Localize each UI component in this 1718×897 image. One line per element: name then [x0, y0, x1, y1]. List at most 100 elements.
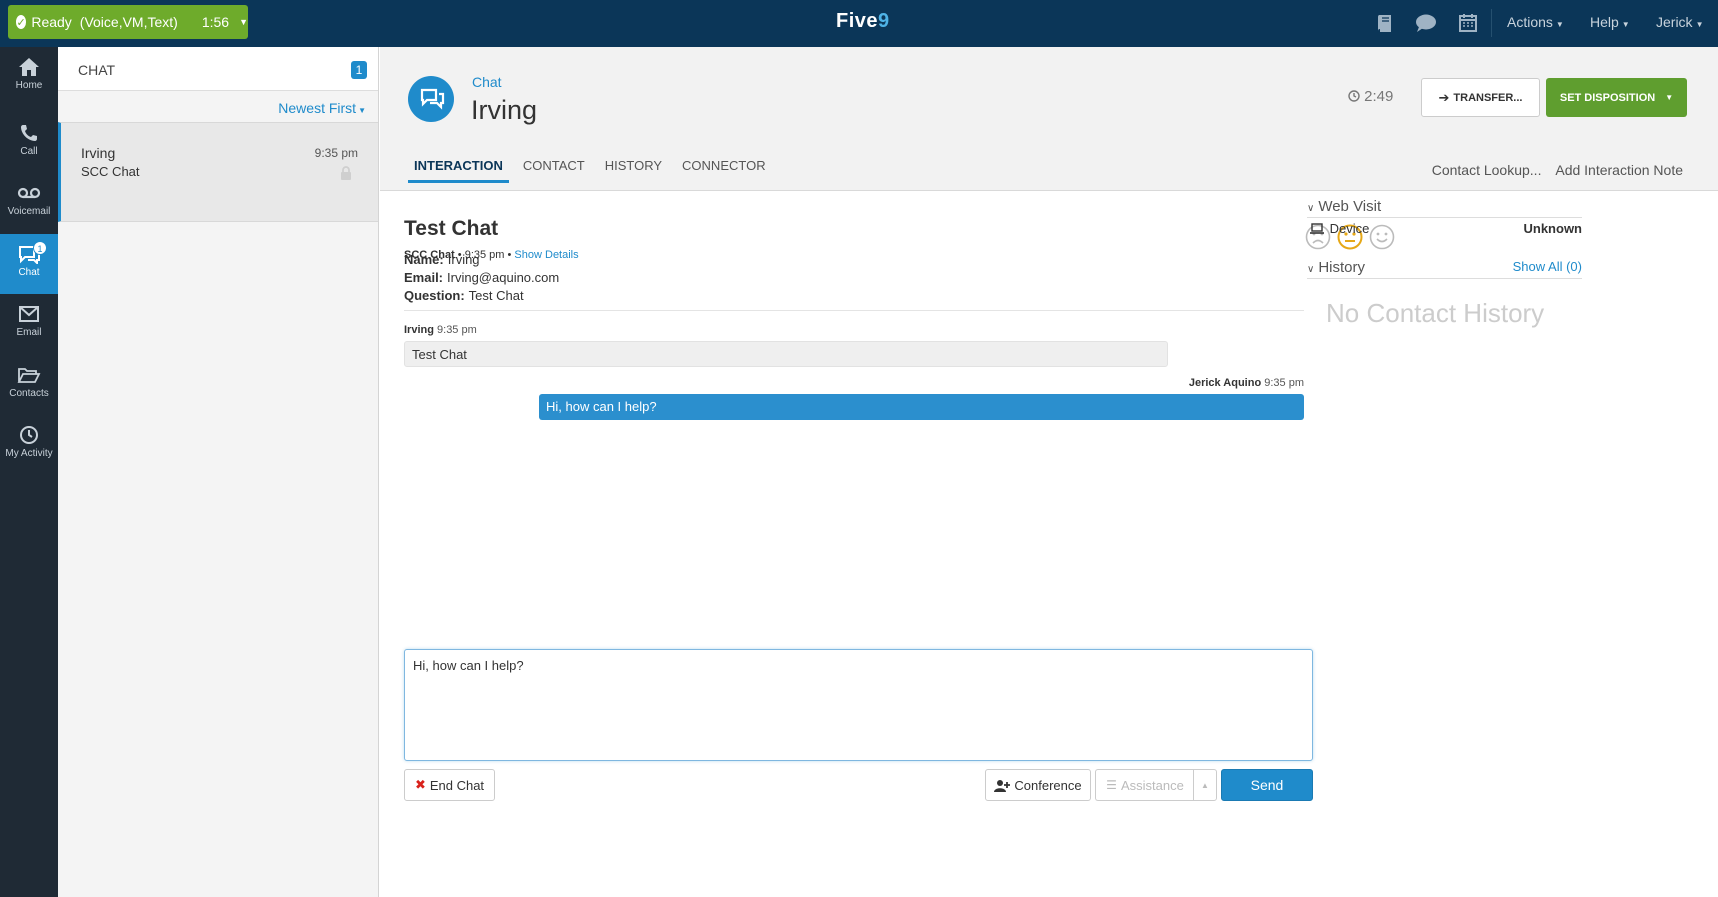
- user-menu[interactable]: Jerick ▼: [1656, 14, 1703, 30]
- calendar-icon[interactable]: [1457, 12, 1479, 34]
- send-button[interactable]: Send: [1221, 769, 1313, 801]
- five9-logo: Five9: [836, 10, 890, 33]
- web-visit-section[interactable]: ∨ Web Visit: [1307, 198, 1582, 218]
- end-chat-label: End Chat: [429, 777, 485, 793]
- device-label: Device: [1329, 221, 1370, 236]
- status-channels: (Voice,VM,Text): [79, 14, 178, 30]
- field-question: Question: Test Chat: [404, 288, 524, 303]
- status-dropdown[interactable]: ✓ Ready (Voice,VM,Text) 1:56 ▼: [8, 5, 248, 39]
- user-menu-label: Jerick: [1656, 14, 1693, 30]
- chevron-down-icon: ▼: [239, 17, 248, 27]
- contact-lookup-link[interactable]: Contact Lookup...: [1432, 162, 1542, 178]
- logo-accent: 9: [878, 10, 890, 32]
- field-value: Test Chat: [468, 288, 524, 303]
- nav-voicemail[interactable]: Voicemail: [0, 173, 58, 233]
- logo-text: Five: [836, 10, 879, 32]
- chat-icon: [420, 88, 445, 110]
- help-menu-label: Help: [1590, 14, 1619, 30]
- empty-history-message: No Contact History: [1326, 298, 1545, 328]
- phone-icon: [21, 125, 37, 141]
- history-title: History: [1318, 259, 1365, 276]
- field-email: Email: Irving@aquino.com: [404, 270, 559, 285]
- transfer-button[interactable]: ➔ TRANSFER...: [1421, 78, 1540, 117]
- nav-my-activity[interactable]: My Activity: [0, 415, 58, 475]
- field-value: Irving@aquino.com: [447, 270, 560, 285]
- message-time: 9:35 pm: [1264, 377, 1304, 389]
- sort-dropdown[interactable]: Newest First ▼: [278, 100, 366, 116]
- history-section[interactable]: ∨ History Show All (0): [1307, 259, 1582, 279]
- field-label: Name:: [404, 252, 444, 267]
- nav-chat[interactable]: Chat 1: [0, 234, 58, 294]
- message-author: Irving: [404, 324, 434, 336]
- set-disposition-button[interactable]: SET DISPOSITION ▼: [1546, 78, 1687, 117]
- message-incoming: Test Chat: [404, 341, 1168, 367]
- show-details-link[interactable]: Show Details: [514, 249, 578, 261]
- nav-my-activity-label: My Activity: [5, 448, 53, 459]
- chevron-down-icon: ▼: [1695, 20, 1704, 29]
- nav-call[interactable]: Call: [0, 113, 58, 173]
- chevron-up-icon: ▲: [1201, 780, 1209, 790]
- assistance-dropdown[interactable]: ▲: [1193, 769, 1217, 801]
- chat-count-badge: 1: [351, 61, 367, 79]
- message-time: 9:35 pm: [437, 324, 477, 336]
- home-icon: [19, 58, 39, 76]
- disposition-label: SET DISPOSITION: [1559, 91, 1656, 104]
- book-icon[interactable]: [1374, 12, 1396, 34]
- status-label: Ready: [31, 14, 72, 30]
- message-header: Jerick Aquino 9:35 pm: [1189, 377, 1304, 389]
- voicemail-icon: [17, 187, 41, 199]
- chevron-down-icon: ▼: [1555, 20, 1564, 29]
- conference-label: Conference: [1014, 777, 1082, 793]
- interaction-tabs: INTERACTION CONTACT HISTORY CONNECTOR: [408, 158, 780, 183]
- arrow-right-icon: ➔: [1438, 89, 1450, 105]
- conference-button[interactable]: Conference: [985, 769, 1091, 801]
- actions-menu[interactable]: Actions ▼: [1507, 14, 1564, 30]
- laptop-icon: [1310, 223, 1324, 234]
- nav-chat-label: Chat: [18, 267, 40, 278]
- chevron-down-icon: ∨: [1307, 203, 1315, 214]
- divider: [404, 310, 1304, 311]
- assistance-label: Assistance: [1120, 777, 1184, 793]
- tab-contact[interactable]: CONTACT: [517, 158, 591, 183]
- envelope-icon: [19, 306, 39, 322]
- clock-icon: [1348, 90, 1360, 102]
- chevron-down-icon: ▼: [358, 106, 366, 115]
- field-label: Question:: [404, 288, 465, 303]
- chevron-down-icon: ∨: [1307, 264, 1315, 275]
- message-composer[interactable]: [404, 649, 1313, 761]
- close-icon: ✖: [414, 777, 426, 792]
- tab-connector[interactable]: CONNECTOR: [676, 158, 772, 183]
- chat-bubble-icon[interactable]: [1415, 12, 1437, 34]
- chat-item-time: 9:35 pm: [314, 146, 358, 160]
- nav-contacts[interactable]: Contacts: [0, 355, 58, 415]
- chat-item-name: Irving: [81, 145, 116, 161]
- nav-home-label: Home: [15, 80, 43, 91]
- folder-icon: [17, 368, 41, 383]
- nav-home[interactable]: Home: [0, 47, 58, 107]
- interaction-type: Chat: [472, 74, 502, 90]
- add-note-link[interactable]: Add Interaction Note: [1555, 162, 1683, 178]
- avatar: [408, 76, 454, 122]
- nav-email-label: Email: [16, 327, 42, 338]
- tab-interaction[interactable]: INTERACTION: [408, 158, 509, 183]
- nav-email[interactable]: Email: [0, 294, 58, 354]
- add-user-icon: [994, 779, 1011, 792]
- field-value: Irving: [447, 252, 480, 267]
- nav-call-label: Call: [20, 146, 38, 157]
- chat-list-title: CHAT: [78, 62, 116, 78]
- show-all-link[interactable]: Show All (0): [1513, 259, 1582, 274]
- list-icon: ☰: [1106, 778, 1117, 792]
- chat-list-item[interactable]: Irving SCC Chat 9:35 pm: [58, 122, 378, 222]
- assistance-button[interactable]: ☰ Assistance: [1095, 769, 1194, 801]
- check-icon: ✓: [16, 15, 27, 29]
- divider: [1491, 9, 1492, 37]
- clock-icon: [20, 426, 38, 444]
- elapsed-time: 2:49: [1364, 88, 1394, 105]
- tab-history[interactable]: HISTORY: [599, 158, 668, 183]
- transfer-label: TRANSFER...: [1453, 91, 1523, 104]
- help-menu[interactable]: Help ▼: [1590, 14, 1630, 30]
- device-row: Device Unknown: [1310, 221, 1582, 236]
- chevron-down-icon: ▼: [1621, 20, 1630, 29]
- chat-list-header: CHAT 1: [58, 47, 378, 91]
- end-chat-button[interactable]: ✖ End Chat: [404, 769, 495, 801]
